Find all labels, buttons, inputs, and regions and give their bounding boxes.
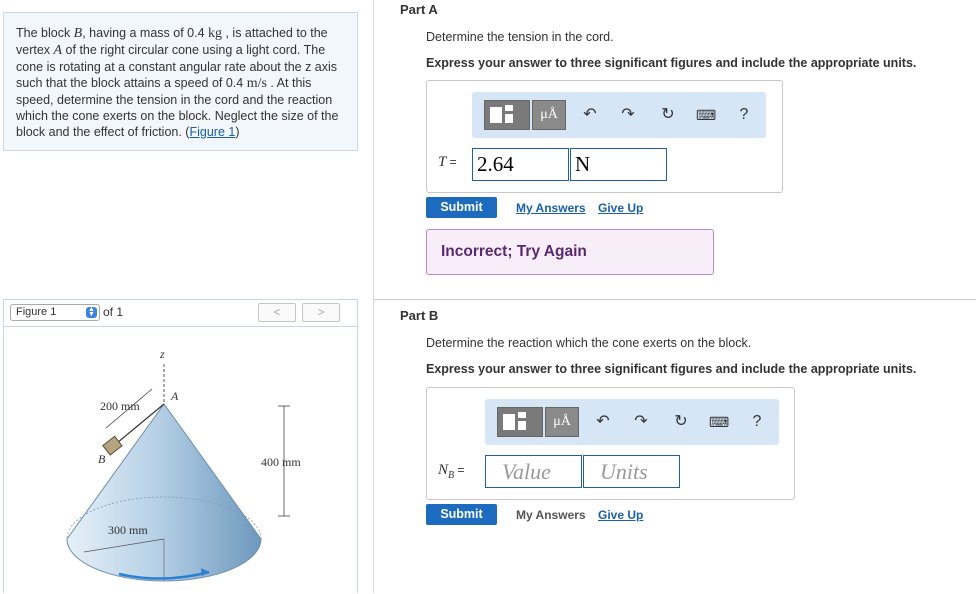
part-b-prompt: Determine the reaction which the cone ex… [426,336,752,350]
templates-icon[interactable] [497,407,543,437]
next-figure-button[interactable]: > [302,303,340,322]
part-a-value-input[interactable]: 2.64 [472,148,569,181]
part-divider [374,299,976,300]
part-a-my-answers-link[interactable]: My Answers [516,201,586,215]
reset-icon[interactable]: ↻ [658,104,678,126]
figure-panel: Figure 1 ▲ ▼ of 1 < > z A B 200 mm 400 m… [3,299,358,593]
block [102,435,123,456]
figure-toolbar: Figure 1 ▲ ▼ of 1 < > [4,300,357,327]
label-200mm: 200 mm [100,399,140,413]
part-a-title: Part A [400,2,438,17]
units-button[interactable]: μÅ [545,407,579,437]
label-z: z [159,347,165,361]
feedback-message: Incorrect; Try Again [426,229,714,275]
label-b: B [98,452,106,466]
part-b-variable: NB = [438,462,464,481]
part-b-units-input[interactable]: Units [583,455,680,488]
part-a-give-up-link[interactable]: Give Up [598,201,643,215]
help-icon[interactable]: ? [747,411,767,433]
units-button[interactable]: μÅ [532,100,566,130]
var-n: N [438,462,449,478]
label-300mm: 300 mm [108,523,148,537]
part-b-my-answers-link[interactable]: My Answers [516,508,586,522]
part-a-instruction: Express your answer to three significant… [426,56,917,70]
part-b-toolbar: μÅ ↶ ↷ ↻ ⌨ ? [485,399,779,445]
keyboard-icon[interactable]: ⌨ [696,104,716,126]
part-b-title: Part B [400,308,439,323]
part-a-answer-box: μÅ ↶ ↷ ↻ ⌨ ? T = 2.64 N [426,80,783,193]
problem-var-b: B [73,26,83,41]
redo-icon[interactable]: ↷ [618,104,638,126]
undo-icon[interactable]: ↶ [593,411,613,433]
part-b-answer-box: μÅ ↶ ↷ ↻ ⌨ ? NB = Value Units [426,387,795,500]
part-a-variable: T = [438,154,457,171]
help-icon[interactable]: ? [734,104,754,126]
part-b-give-up-link[interactable]: Give Up [598,508,643,522]
select-arrows-icon: ▲ ▼ [86,306,97,318]
problem-text: The block [16,26,74,40]
reset-icon[interactable]: ↻ [671,411,691,433]
part-a-toolbar: μÅ ↶ ↷ ↻ ⌨ ? [472,92,766,138]
cone-diagram: z A B 200 mm 400 mm 300 mm [66,347,301,582]
equals-sign: = [446,155,457,169]
label-400mm: 400 mm [261,455,301,469]
problem-statement: The block B, having a mass of 0.4 kg , i… [3,12,358,151]
problem-unit-kg: kg [208,26,222,41]
part-b-submit-button[interactable]: Submit [426,504,497,525]
problem-text: ) [235,125,240,139]
prev-figure-button[interactable]: < [258,303,296,322]
figure-link[interactable]: Figure 1 [189,125,235,139]
label-a: A [170,389,179,403]
problem-unit-ms: m/s [246,76,267,91]
redo-icon[interactable]: ↷ [631,411,651,433]
figure-select[interactable]: Figure 1 ▲ ▼ [10,304,100,321]
column-divider [373,0,374,593]
part-b-instruction: Express your answer to three significant… [426,362,917,376]
keyboard-icon[interactable]: ⌨ [709,411,729,433]
part-a-submit-button[interactable]: Submit [426,197,497,218]
templates-icon[interactable] [484,100,530,130]
figure-select-value: Figure 1 [16,306,57,318]
undo-icon[interactable]: ↶ [580,104,600,126]
figure-count: of 1 [103,305,124,319]
problem-text: , having a mass of 0.4 [82,26,208,40]
problem-var-a: A [53,43,63,58]
part-b-value-input[interactable]: Value [485,455,582,488]
part-a-units-input[interactable]: N [570,148,667,181]
equals-sign: = [454,463,465,477]
part-a-prompt: Determine the tension in the cord. [426,30,614,44]
